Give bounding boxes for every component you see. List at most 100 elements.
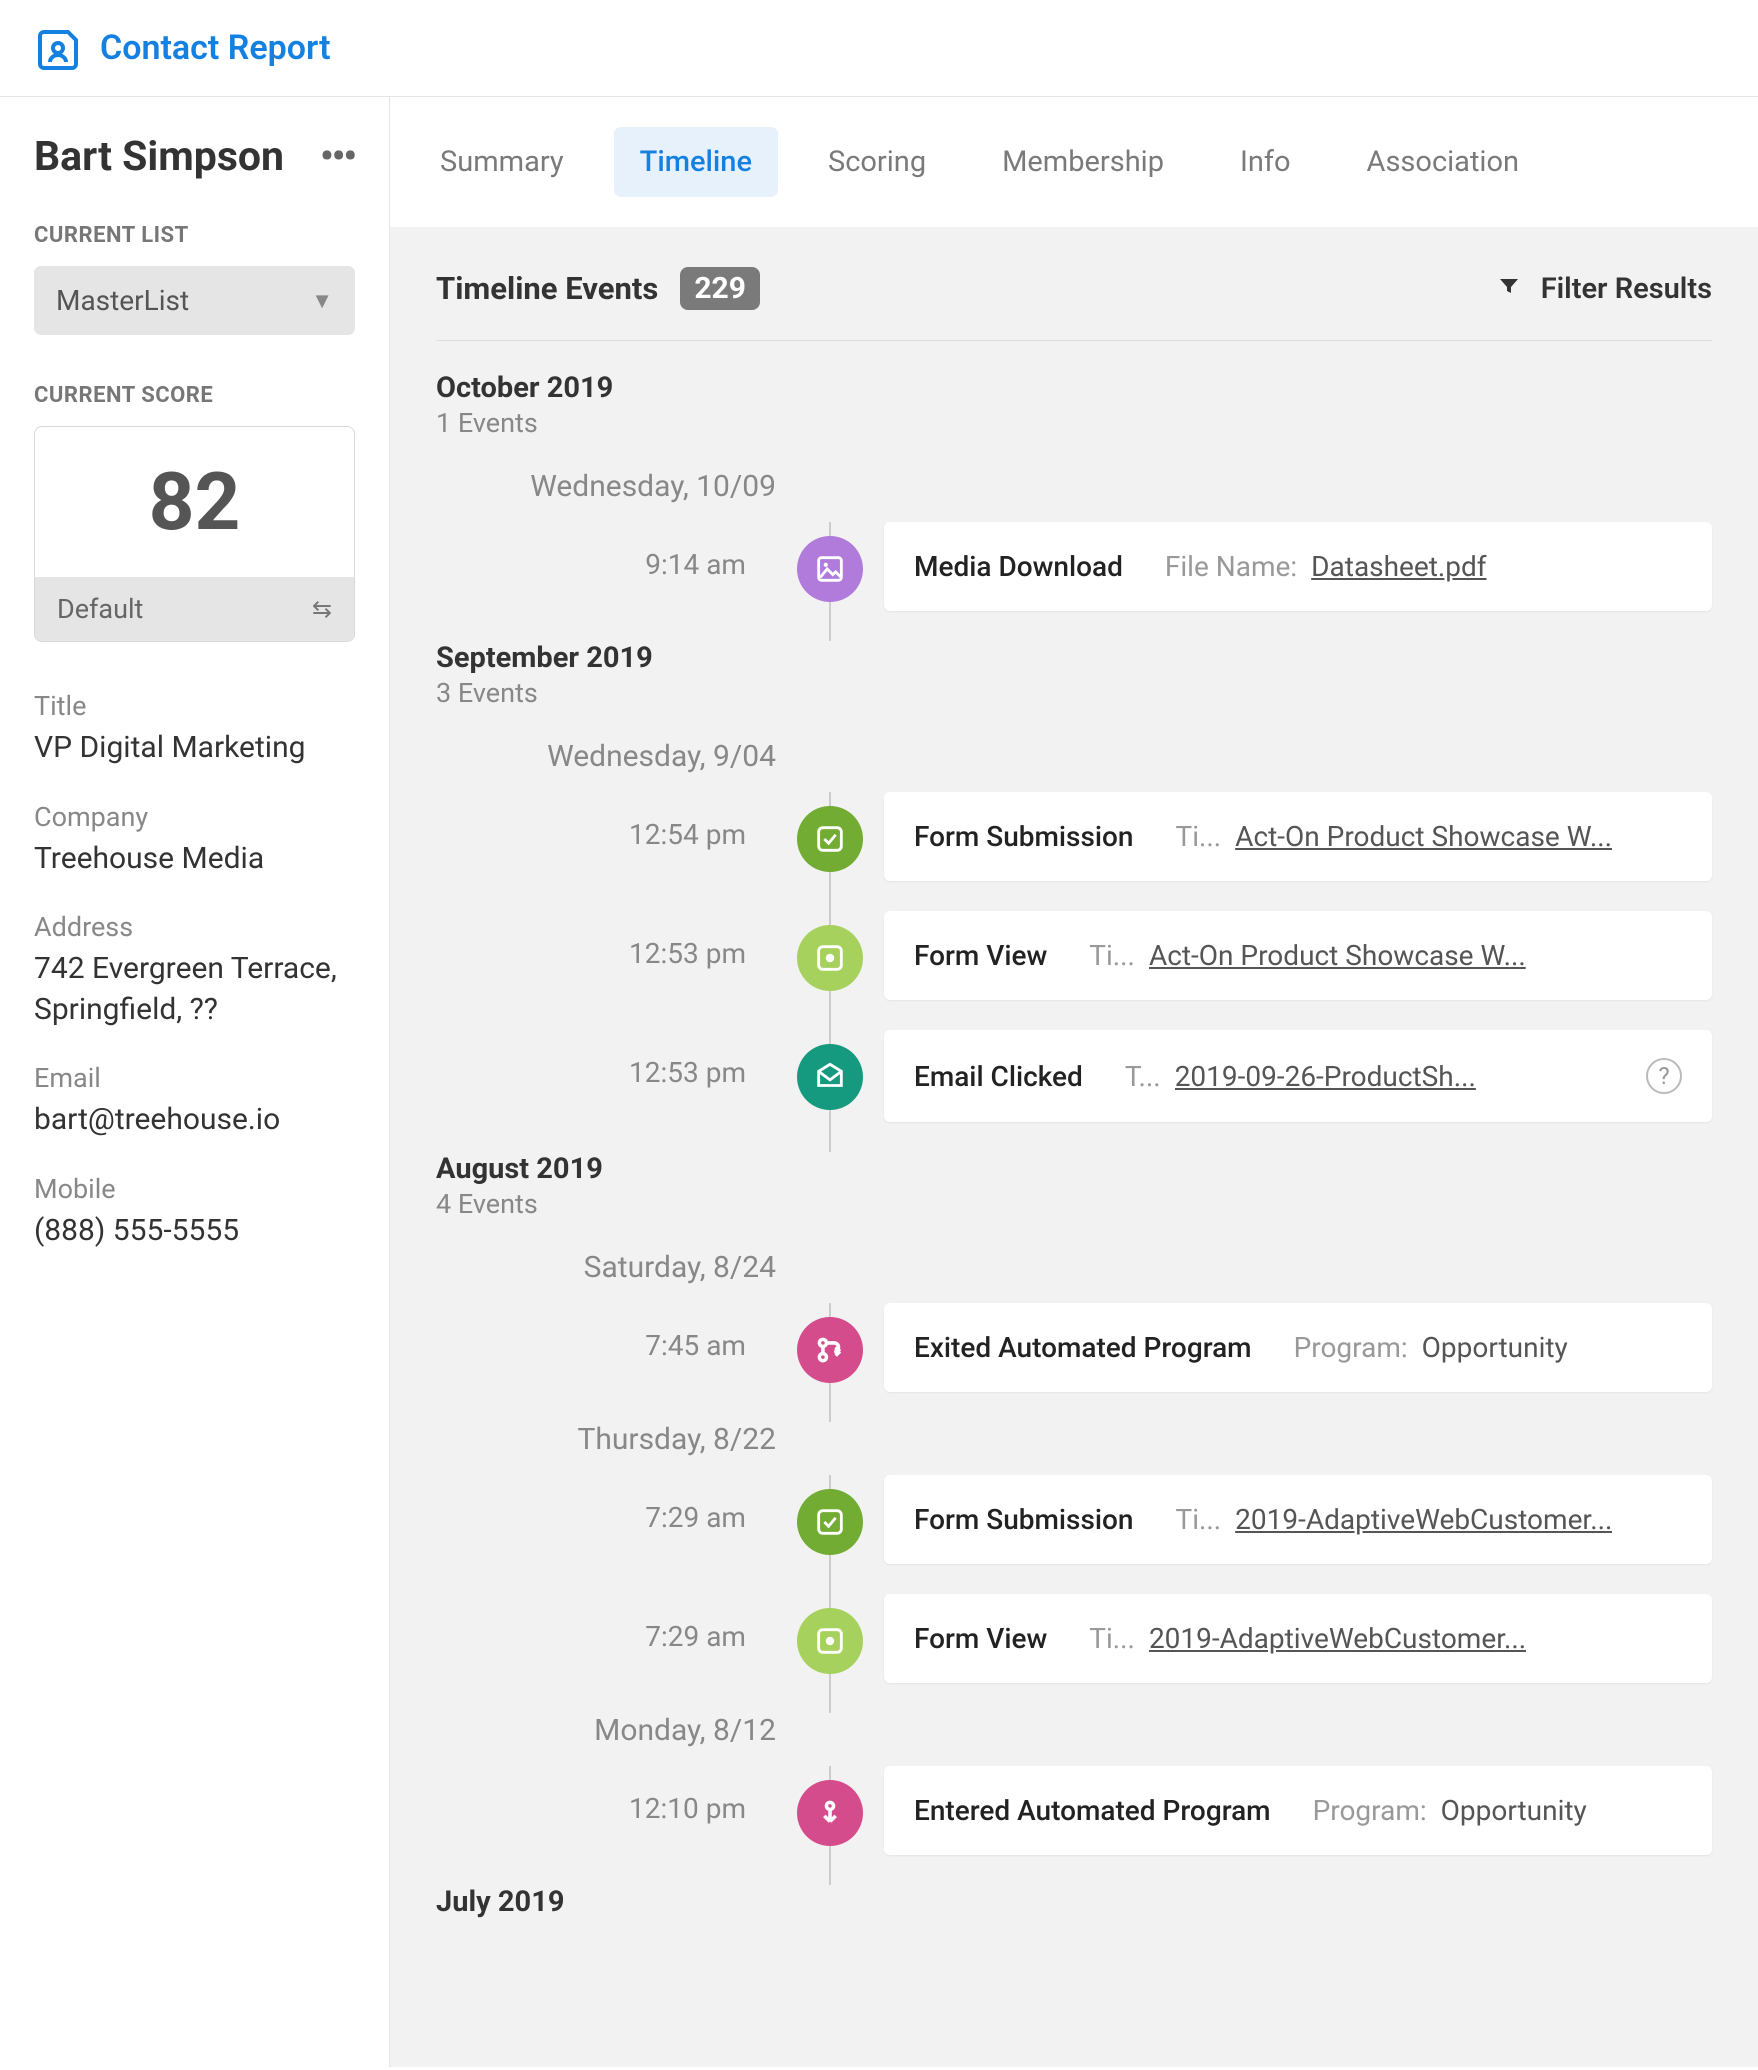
day-label: Wednesday, 10/09 — [436, 469, 776, 504]
current-list-select[interactable]: MasterList ▼ — [34, 266, 355, 335]
timeline-title: Timeline Events — [436, 270, 658, 307]
event-meta-key: Ti... — [1089, 1622, 1135, 1655]
swap-icon: ⇆ — [312, 595, 332, 623]
main-content: Summary Timeline Scoring Membership Info Asso… — [390, 97, 1758, 2067]
event-time: 9:14 am — [436, 522, 776, 611]
timeline-event-row: 9:14 am Media Download File Name: Datasheet… — [436, 522, 1712, 611]
event-card[interactable]: Form View Ti... 2019-AdaptiveWebCustomer..… — [884, 1594, 1712, 1683]
tab-info[interactable]: Info — [1214, 127, 1317, 197]
event-meta-value: Opportunity — [1422, 1331, 1568, 1364]
event-meta-key: Ti... — [1176, 1503, 1222, 1536]
event-meta-value[interactable]: Datasheet.pdf — [1311, 550, 1486, 583]
tab-timeline[interactable]: Timeline — [614, 127, 778, 197]
event-title: Exited Automated Program — [914, 1331, 1252, 1364]
field-value-mobile: (888) 555-5555 — [34, 1211, 355, 1252]
event-meta-value[interactable]: 2019-09-26-ProductSh... — [1175, 1060, 1476, 1093]
event-card[interactable]: Form SubmissionTi...Act-On Product Showc… — [884, 792, 1712, 881]
timeline-event-row: 7:29 am Form Submission Ti... 2019-Adaptive… — [436, 1475, 1712, 1564]
event-time: 7:29 am — [436, 1475, 776, 1564]
timeline-event-row: 12:10 pm Entered Automated ProgramProgram… — [436, 1766, 1712, 1855]
branch-icon — [797, 1317, 863, 1383]
event-time: 12:54 pm — [436, 792, 776, 881]
event-title: Form View — [914, 939, 1047, 972]
day-label: Wednesday, 9/04 — [436, 739, 776, 774]
check-icon — [797, 806, 863, 872]
event-title: Form View — [914, 1622, 1047, 1655]
event-meta-key: Ti... — [1089, 939, 1135, 972]
tab-summary[interactable]: Summary — [414, 127, 590, 197]
month-title: September 2019 — [436, 641, 1712, 675]
image-icon — [797, 536, 863, 602]
chevron-down-icon: ▼ — [311, 288, 333, 314]
enter-icon — [797, 1780, 863, 1846]
event-time: 12:53 pm — [436, 911, 776, 1000]
field-label-mobile: Mobile — [34, 1173, 355, 1205]
tab-membership[interactable]: Membership — [976, 127, 1190, 197]
day-label: Monday, 8/12 — [436, 1713, 776, 1748]
event-title: Email Clicked — [914, 1060, 1083, 1093]
score-model-select[interactable]: Default ⇆ — [35, 577, 354, 641]
event-title: Media Download — [914, 550, 1123, 583]
event-time: 12:53 pm — [436, 1030, 776, 1122]
check-icon — [797, 1489, 863, 1555]
current-list-value: MasterList — [56, 284, 189, 317]
event-meta-value[interactable]: Act-On Product Showcase W... — [1235, 820, 1612, 853]
month-title: July 2019 — [436, 1885, 1712, 1919]
event-meta-key: Ti... — [1176, 820, 1222, 853]
event-title: Form Submission — [914, 1503, 1134, 1536]
event-card[interactable]: Media Download File Name: Datasheet.pdf — [884, 522, 1712, 611]
eye-icon — [797, 1608, 863, 1674]
field-label-address: Address — [34, 911, 355, 943]
day-label: Saturday, 8/24 — [436, 1250, 776, 1285]
month-event-count: 4 Events — [436, 1188, 1712, 1220]
event-time: 12:10 pm — [436, 1766, 776, 1855]
tab-association[interactable]: Association — [1341, 127, 1546, 197]
event-meta-value[interactable]: 2019-AdaptiveWebCustomer... — [1149, 1622, 1526, 1655]
event-meta-key: Program: — [1313, 1794, 1427, 1827]
field-label-company: Company — [34, 801, 355, 833]
month-event-count: 3 Events — [436, 677, 1712, 709]
event-card[interactable]: Form View Ti... Act-On Product Showcase W.… — [884, 911, 1712, 1000]
event-meta-value[interactable]: Act-On Product Showcase W... — [1149, 939, 1526, 972]
page-title: Contact Report — [100, 28, 331, 68]
event-meta-value[interactable]: 2019-AdaptiveWebCustomer... — [1235, 1503, 1612, 1536]
app-header: Contact Report — [0, 0, 1758, 97]
contact-report-icon — [36, 24, 84, 72]
filter-icon — [1497, 272, 1521, 306]
timeline-event-row: 12:53 pm Email Clicked T... 2019-09-26-Prod… — [436, 1030, 1712, 1122]
month-title: August 2019 — [436, 1152, 1712, 1186]
event-meta-key: File Name: — [1165, 550, 1297, 583]
field-label-title: Title — [34, 690, 355, 722]
event-card[interactable]: Entered Automated ProgramProgram:Opportu… — [884, 1766, 1712, 1855]
more-actions-button[interactable]: ••• — [320, 135, 355, 179]
event-time: 7:45 am — [436, 1303, 776, 1392]
event-meta-key: T... — [1125, 1060, 1161, 1093]
event-card[interactable]: Form Submission Ti... 2019-AdaptiveWebCust… — [884, 1475, 1712, 1564]
event-time: 7:29 am — [436, 1594, 776, 1683]
eye-icon — [797, 925, 863, 991]
help-icon[interactable]: ? — [1646, 1058, 1682, 1094]
tab-scoring[interactable]: Scoring — [802, 127, 952, 197]
score-card: 82 Default ⇆ — [34, 426, 355, 642]
score-value: 82 — [35, 427, 354, 577]
contact-name: Bart Simpson — [34, 133, 284, 181]
field-value-company: Treehouse Media — [34, 839, 355, 880]
timeline-event-row: 12:54 pm Form SubmissionTi...Act-On Produ… — [436, 792, 1712, 881]
current-list-label: CURRENT LIST — [34, 223, 355, 248]
timeline-count-badge: 229 — [680, 267, 760, 310]
current-score-label: CURRENT SCORE — [34, 383, 355, 408]
timeline-event-row: 7:45 am Exited Automated Program Program: O… — [436, 1303, 1712, 1392]
filter-results-label: Filter Results — [1541, 272, 1712, 306]
contact-sidebar: Bart Simpson ••• CURRENT LIST MasterList… — [0, 97, 390, 2067]
day-label: Thursday, 8/22 — [436, 1422, 776, 1457]
event-card[interactable]: Email Clicked T... 2019-09-26-ProductSh...… — [884, 1030, 1712, 1122]
timeline-body: October 20191 EventsWednesday, 10/099:14… — [436, 371, 1712, 1919]
month-title: October 2019 — [436, 371, 1712, 405]
field-value-email: bart@treehouse.io — [34, 1100, 355, 1141]
timeline-event-row: 12:53 pm Form View Ti... Act-On Product Sho… — [436, 911, 1712, 1000]
event-card[interactable]: Exited Automated Program Program: Opportun… — [884, 1303, 1712, 1392]
filter-results-button[interactable]: Filter Results — [1497, 272, 1712, 306]
mail-icon — [797, 1044, 863, 1110]
field-value-address: 742 Evergreen Terrace, Springfield, ?? — [34, 949, 355, 1030]
event-meta-key: Program: — [1294, 1331, 1408, 1364]
